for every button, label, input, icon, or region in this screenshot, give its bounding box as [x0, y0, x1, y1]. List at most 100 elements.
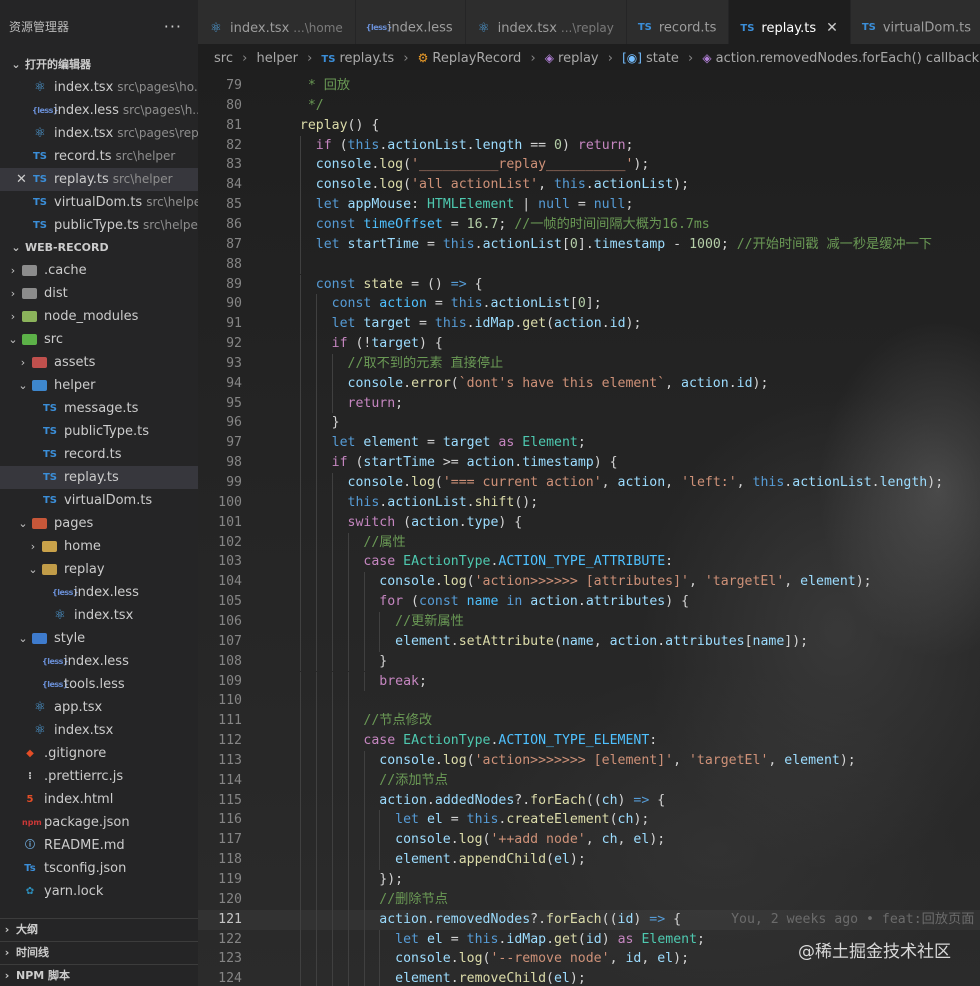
close-tab-icon[interactable]: ✕: [826, 20, 838, 36]
tree-folder[interactable]: ⌄ pages: [0, 512, 198, 535]
code-token: 'targetEl': [704, 574, 785, 590]
line-text: console.log('action>>>>>> [attributes]',…: [284, 572, 871, 592]
code-token: .: [466, 494, 475, 510]
less-icon: {less}: [42, 657, 69, 666]
code-token: ;: [418, 673, 427, 689]
tree-file[interactable]: ⚛ index.tsx: [0, 604, 198, 627]
line-text: //更新属性: [284, 612, 464, 632]
tree-folder[interactable]: ⌄ helper: [0, 374, 198, 397]
code-token: ,: [736, 475, 753, 490]
tree-folder[interactable]: › node_modules: [0, 305, 198, 328]
tree-file[interactable]: ⁝ .prettierrc.js: [0, 765, 198, 788]
tree-file[interactable]: npm package.json: [0, 811, 198, 834]
tree-file[interactable]: ◆ .gitignore: [0, 742, 198, 765]
open-editor-item[interactable]: TS virtualDom.tssrc\helper: [0, 191, 198, 214]
code-token: this: [434, 316, 467, 332]
breadcrumb-src[interactable]: src: [214, 51, 233, 66]
tree-folder[interactable]: ⌄ style: [0, 627, 198, 650]
outline-panel-header[interactable]: › 大纲: [0, 918, 198, 941]
open-editor-name: index.tsx: [54, 80, 114, 95]
open-editor-item[interactable]: TS publicType.ts src\helper: [0, 214, 198, 237]
code-token: action: [554, 316, 602, 332]
breadcrumb-separator-icon: ›: [530, 51, 536, 66]
tree-file[interactable]: TS publicType.ts: [0, 420, 198, 443]
tree-file[interactable]: TS record.ts: [0, 443, 198, 466]
code-token: target: [442, 435, 491, 451]
code-token: .: [474, 236, 483, 252]
tree-file[interactable]: ⚛ index.tsx: [0, 719, 198, 742]
breadcrumb-helper[interactable]: helper: [256, 51, 297, 66]
tree-file[interactable]: {less}index.less: [0, 581, 198, 604]
tree-file[interactable]: TS virtualDom.ts: [0, 489, 198, 512]
breadcrumb-method[interactable]: replay: [558, 51, 599, 66]
tree-file[interactable]: TS message.ts: [0, 397, 198, 420]
chevron-right-icon: ›: [10, 287, 16, 300]
code-token: const: [331, 296, 372, 312]
less-icon: {less}: [52, 588, 79, 597]
breadcrumb-file[interactable]: replay.ts: [339, 51, 394, 66]
code-token: ACTION_TYPE_ATTRIBUTE: [498, 554, 666, 570]
editor-tab[interactable]: TS virtualDom.ts: [850, 0, 980, 44]
editor-tab-bar: ⚛ index.tsx ...\home {less}index.less ⚛ index…: [198, 0, 980, 44]
project-header[interactable]: ⌄ WEB-RECORD: [0, 237, 198, 259]
variable-symbol-icon: [◉]: [622, 51, 642, 65]
code-token: //添加节点: [379, 772, 448, 788]
code-token: );: [633, 812, 650, 828]
timeline-label: 时间线: [16, 946, 49, 959]
tree-file[interactable]: Ts tsconfig.json: [0, 857, 198, 880]
tree-file[interactable]: ⓘ README.md: [0, 834, 198, 857]
open-editor-item[interactable]: ⚛ index.tsxsrc\pages\rep...: [0, 122, 198, 145]
breadcrumb-callback[interactable]: action.removedNodes.forEach() callback: [716, 51, 980, 66]
code-line: 111 //节点修改: [198, 711, 980, 732]
tree-file[interactable]: TS replay.ts: [0, 466, 198, 489]
open-editor-item[interactable]: ⚛ index.tsx src\pages\ho...: [0, 76, 198, 99]
code-token: ,: [585, 832, 602, 848]
more-actions-icon[interactable]: ···: [164, 0, 182, 54]
open-editor-item[interactable]: {less}index.less src\pages\h...: [0, 99, 198, 122]
breadcrumb-variable[interactable]: state: [646, 51, 679, 66]
line-number: 95: [226, 395, 242, 411]
tree-folder[interactable]: › .cache: [0, 259, 198, 282]
tsconfig-icon: Ts: [24, 863, 36, 874]
tree-file[interactable]: 5 index.html: [0, 788, 198, 811]
code-line: 88: [198, 254, 980, 275]
code-token: ch: [617, 812, 634, 828]
code-line: 92 if (!target) {: [198, 334, 980, 354]
tree-file[interactable]: {less}tools.less: [0, 673, 198, 696]
code-token: ) {: [593, 455, 618, 471]
editor-tab[interactable]: ⚛ index.tsx ...\home: [198, 0, 356, 44]
tree-file[interactable]: ⚛ app.tsx: [0, 696, 198, 719]
line-number: 96: [226, 415, 242, 431]
code-token: .: [577, 594, 586, 610]
code-token: forEach: [530, 792, 586, 808]
timeline-panel-header[interactable]: › 时间线: [0, 941, 198, 964]
npm-scripts-panel-header[interactable]: › NPM 脚本: [0, 964, 198, 986]
close-icon[interactable]: ✕: [16, 168, 27, 191]
tree-file[interactable]: ✿ yarn.lock: [0, 880, 198, 903]
open-editors-label: 打开的编辑器: [25, 58, 91, 71]
tree-folder[interactable]: ⌄ src: [0, 328, 198, 351]
open-editor-item[interactable]: ✕ TS replay.ts src\helper: [0, 168, 198, 191]
editor-tab[interactable]: TS record.ts: [626, 0, 730, 44]
open-editor-name: record.ts: [54, 149, 112, 164]
editor-tab[interactable]: {less}index.less: [355, 0, 466, 44]
open-editor-item[interactable]: TS record.ts src\helper: [0, 145, 198, 168]
code-token: ,: [593, 633, 610, 649]
tree-folder[interactable]: › home: [0, 535, 198, 558]
code-token: if: [315, 137, 332, 153]
editor-tab[interactable]: TS replay.ts ✕: [729, 0, 851, 44]
tree-item-name: .gitignore: [44, 746, 107, 761]
code-editor[interactable]: 79 * 回放 80 */81 replay() {82 if (this.act…: [198, 70, 980, 986]
open-editors-header[interactable]: ⌄ 打开的编辑器: [0, 54, 198, 76]
tree-folder[interactable]: › dist: [0, 282, 198, 305]
tree-folder[interactable]: ⌄ replay: [0, 558, 198, 581]
code-token: case: [363, 554, 396, 570]
editor-tab[interactable]: ⚛ index.tsx ...\replay: [465, 0, 627, 44]
code-line: 109 break;: [198, 671, 980, 692]
breadcrumb-class[interactable]: ReplayRecord: [432, 51, 521, 66]
tree-folder[interactable]: › assets: [0, 351, 198, 374]
tree-file[interactable]: {less}index.less: [0, 650, 198, 673]
code-token: //一帧的时间间隔大概为16.7ms: [514, 216, 710, 232]
